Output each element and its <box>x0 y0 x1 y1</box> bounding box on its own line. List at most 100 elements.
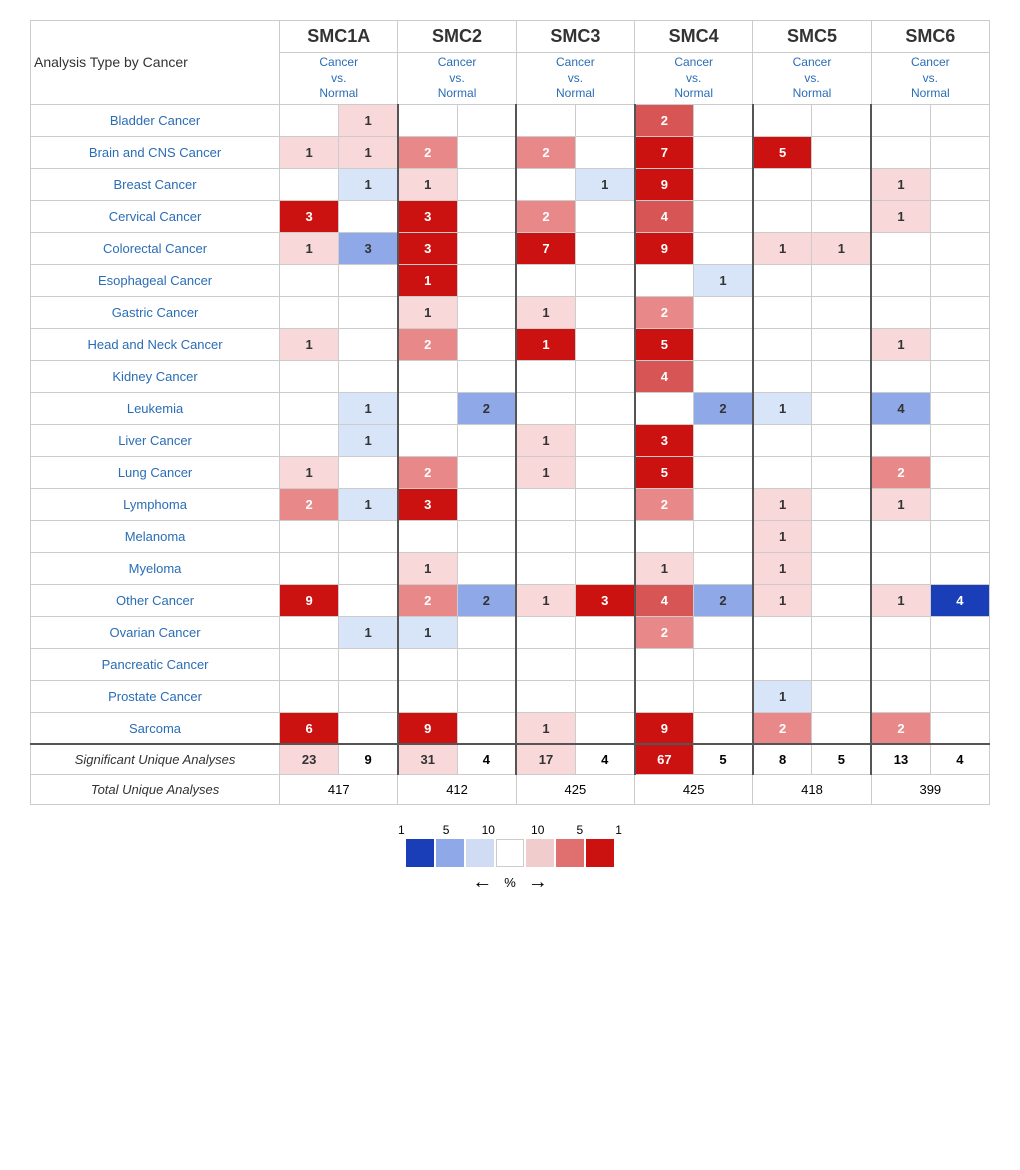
data-cell <box>871 136 930 168</box>
data-cell: 1 <box>871 200 930 232</box>
data-cell: 1 <box>516 584 575 616</box>
sig-smc1a-2: 9 <box>339 744 398 774</box>
data-cell <box>930 360 989 392</box>
data-cell <box>635 680 694 712</box>
data-cell: 1 <box>753 520 812 552</box>
data-cell <box>575 488 634 520</box>
cancer-row: Prostate Cancer1 <box>31 680 990 712</box>
data-cell: 1 <box>398 552 457 584</box>
legend-label-r5: 5 <box>576 823 583 837</box>
data-cell: 2 <box>871 712 930 744</box>
cancer-label: Lymphoma <box>31 488 280 520</box>
legend-b1 <box>466 839 494 867</box>
data-cell: 1 <box>753 488 812 520</box>
data-cell: 2 <box>694 584 753 616</box>
data-cell <box>694 232 753 264</box>
cancer-label: Cervical Cancer <box>31 200 280 232</box>
data-cell: 1 <box>753 680 812 712</box>
data-cell <box>575 360 634 392</box>
data-cell <box>812 616 871 648</box>
data-cell: 2 <box>635 616 694 648</box>
data-cell <box>398 680 457 712</box>
data-cell <box>930 136 989 168</box>
data-cell <box>812 360 871 392</box>
percent-label: % <box>504 875 516 890</box>
data-cell <box>457 616 516 648</box>
data-cell: 4 <box>635 584 694 616</box>
data-cell <box>694 488 753 520</box>
data-cell <box>871 616 930 648</box>
data-cell: 1 <box>753 584 812 616</box>
data-cell <box>457 200 516 232</box>
data-cell: 1 <box>753 232 812 264</box>
legend-label-b10: 1 <box>398 823 405 837</box>
data-cell: 2 <box>516 200 575 232</box>
cancer-row: Esophageal Cancer11 <box>31 264 990 296</box>
total-smc2: 412 <box>398 774 516 804</box>
data-cell <box>871 104 930 136</box>
data-cell <box>753 648 812 680</box>
data-cell: 2 <box>871 456 930 488</box>
sig-smc2-1: 31 <box>398 744 457 774</box>
data-cell: 1 <box>812 232 871 264</box>
data-cell <box>575 552 634 584</box>
data-cell <box>457 360 516 392</box>
data-cell <box>753 424 812 456</box>
data-cell <box>871 360 930 392</box>
data-cell: 4 <box>871 392 930 424</box>
data-cell: 9 <box>635 232 694 264</box>
cancer-row: Brain and CNS Cancer112275 <box>31 136 990 168</box>
data-cell: 2 <box>398 456 457 488</box>
data-cell: 3 <box>398 200 457 232</box>
data-cell: 9 <box>635 712 694 744</box>
data-cell: 1 <box>398 168 457 200</box>
sig-smc5-1: 8 <box>753 744 812 774</box>
cancer-row: Pancreatic Cancer <box>31 648 990 680</box>
data-cell: 1 <box>339 168 398 200</box>
data-cell <box>575 520 634 552</box>
smc6-subheader: Cancervs.Normal <box>871 53 989 105</box>
data-cell <box>516 168 575 200</box>
legend-r5 <box>586 839 614 867</box>
right-arrow: → <box>528 871 548 894</box>
data-cell <box>930 680 989 712</box>
data-cell: 6 <box>280 712 339 744</box>
cancer-label: Gastric Cancer <box>31 296 280 328</box>
data-cell: 9 <box>635 168 694 200</box>
data-cell: 9 <box>280 584 339 616</box>
data-cell: 5 <box>635 456 694 488</box>
data-cell <box>575 296 634 328</box>
data-cell <box>280 552 339 584</box>
significant-row: Significant Unique Analyses 23 9 31 4 17… <box>31 744 990 774</box>
data-cell <box>575 616 634 648</box>
data-cell: 1 <box>575 168 634 200</box>
data-cell <box>280 520 339 552</box>
data-cell <box>516 520 575 552</box>
data-cell <box>694 552 753 584</box>
data-cell: 1 <box>753 552 812 584</box>
data-cell: 3 <box>398 232 457 264</box>
legend-label-r10: 1 <box>615 823 622 837</box>
data-cell: 2 <box>457 584 516 616</box>
data-cell: 1 <box>280 136 339 168</box>
cancer-row: Breast Cancer11191 <box>31 168 990 200</box>
analysis-type-label: Analysis Type by Cancer <box>31 21 280 105</box>
data-cell <box>812 104 871 136</box>
total-label: Total Unique Analyses <box>31 774 280 804</box>
data-cell <box>930 168 989 200</box>
cancer-row: Bladder Cancer12 <box>31 104 990 136</box>
data-cell <box>930 424 989 456</box>
data-cell <box>575 136 634 168</box>
smc1a-subheader: Cancervs.Normal <box>280 53 398 105</box>
data-cell: 5 <box>635 328 694 360</box>
data-cell: 7 <box>516 232 575 264</box>
smc3-subheader: Cancervs.Normal <box>516 53 634 105</box>
data-cell <box>280 168 339 200</box>
legend-label-r1: 10 <box>531 823 544 837</box>
data-cell <box>753 328 812 360</box>
data-cell: 1 <box>398 296 457 328</box>
cancer-row: Kidney Cancer4 <box>31 360 990 392</box>
data-cell <box>339 552 398 584</box>
data-cell <box>280 264 339 296</box>
cancer-label: Pancreatic Cancer <box>31 648 280 680</box>
